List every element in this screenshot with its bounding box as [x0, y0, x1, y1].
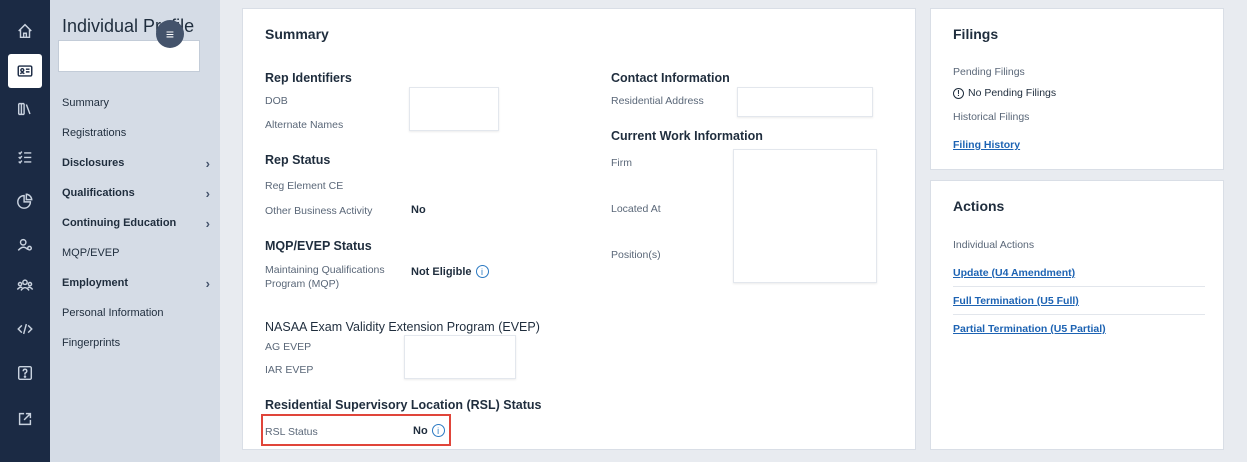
- chevron-right-icon: ›: [205, 275, 210, 291]
- ag-evep-label: AG EVEP: [265, 341, 312, 353]
- other-business-activity-value: No: [411, 204, 426, 216]
- historical-filings-label: Historical Filings: [953, 111, 1030, 123]
- group-icon[interactable]: [8, 268, 42, 302]
- user-settings-icon[interactable]: [8, 228, 42, 262]
- divider: [953, 286, 1205, 287]
- no-pending-text: No Pending Filings: [968, 87, 1057, 99]
- address-value-box: [737, 87, 873, 117]
- nav-item-label: Employment: [62, 277, 129, 289]
- nav-item-label: Summary: [62, 97, 110, 109]
- filings-panel: Filings Pending Filings ! No Pending Fil…: [930, 8, 1224, 170]
- nav-item-label: Continuing Education: [62, 217, 177, 229]
- divider: [953, 314, 1205, 315]
- nav-item-fingerprints[interactable]: Fingerprints: [62, 328, 212, 358]
- rsl-status-label: RSL Status: [265, 426, 318, 438]
- individual-actions-label: Individual Actions: [953, 239, 1035, 251]
- nav-item-registrations[interactable]: Registrations: [62, 118, 212, 148]
- contact-information-heading: Contact Information: [611, 71, 730, 85]
- iar-evep-label: IAR EVEP: [265, 364, 314, 376]
- rsl-value-group: No i: [413, 424, 445, 437]
- mqp-label: Maintaining Qualifications Program (MQP): [265, 264, 385, 290]
- identifiers-value-box: [409, 87, 499, 131]
- nav-list: Summary Registrations Disclosures › Quali…: [62, 88, 212, 358]
- rsl-status-value: No: [413, 424, 428, 437]
- positions-label: Position(s): [611, 249, 661, 261]
- summary-panel: Summary Rep Identifiers DOB Alternate Na…: [242, 8, 916, 450]
- nav-item-label: Fingerprints: [62, 337, 121, 349]
- mqp-value-group: Not Eligible i: [411, 265, 489, 278]
- nav-item-summary[interactable]: Summary: [62, 88, 212, 118]
- other-business-activity-label: Other Business Activity: [265, 205, 373, 217]
- full-termination-u5-link[interactable]: Full Termination (U5 Full): [953, 295, 1079, 307]
- chevron-right-icon: ›: [205, 155, 210, 171]
- chevron-right-icon: ›: [205, 215, 210, 231]
- no-pending-filings: ! No Pending Filings: [953, 87, 1056, 99]
- dob-label: DOB: [265, 95, 288, 107]
- chevron-right-icon: ›: [205, 185, 210, 201]
- nav-item-label: Registrations: [62, 127, 127, 139]
- residential-address-label: Residential Address: [611, 95, 704, 107]
- rep-identifiers-heading: Rep Identifiers: [265, 71, 352, 85]
- nav-item-label: Personal Information: [62, 307, 164, 319]
- partial-termination-u5-link[interactable]: Partial Termination (U5 Partial): [953, 323, 1106, 335]
- code-icon[interactable]: [8, 312, 42, 346]
- pending-filings-label: Pending Filings: [953, 66, 1025, 78]
- hamburger-icon: ≡: [165, 26, 175, 42]
- nav-item-continuing-education[interactable]: Continuing Education ›: [62, 208, 212, 238]
- nav-item-mqp-evep[interactable]: MQP/EVEP: [62, 238, 212, 268]
- summary-title: Summary: [265, 26, 329, 42]
- evep-value-box: [404, 335, 516, 379]
- home-icon[interactable]: [8, 14, 42, 48]
- rep-status-heading: Rep Status: [265, 153, 331, 167]
- nav-item-personal-information[interactable]: Personal Information: [62, 298, 212, 328]
- info-icon[interactable]: i: [475, 265, 489, 278]
- work-value-box: [733, 149, 877, 283]
- filing-history-link[interactable]: Filing History: [953, 139, 1020, 151]
- nav-item-label: MQP/EVEP: [62, 247, 120, 259]
- update-u4-link[interactable]: Update (U4 Amendment): [953, 267, 1075, 279]
- help-icon[interactable]: [8, 356, 42, 390]
- info-icon[interactable]: i: [431, 424, 445, 437]
- current-work-heading: Current Work Information: [611, 129, 763, 143]
- filings-title: Filings: [953, 26, 999, 42]
- located-at-label: Located At: [611, 203, 661, 215]
- nasaa-evep-heading: NASAA Exam Validity Extension Program (E…: [265, 320, 540, 334]
- mqp-value: Not Eligible: [411, 265, 472, 278]
- profile-card-icon[interactable]: [8, 54, 42, 88]
- icon-rail: [0, 0, 50, 462]
- pie-chart-icon[interactable]: [8, 184, 42, 218]
- actions-panel: Actions Individual Actions Update (U4 Am…: [930, 180, 1224, 450]
- checklist-icon[interactable]: [8, 140, 42, 174]
- library-icon[interactable]: [8, 92, 42, 126]
- mqp-evep-heading: MQP/EVEP Status: [265, 239, 372, 253]
- alert-circle-icon: !: [953, 87, 964, 99]
- alternate-names-label: Alternate Names: [265, 119, 344, 131]
- menu-toggle-button[interactable]: ≡: [156, 20, 184, 48]
- reg-element-ce-label: Reg Element CE: [265, 180, 344, 192]
- firm-label: Firm: [611, 157, 632, 169]
- rsl-heading: Residential Supervisory Location (RSL) S…: [265, 398, 542, 412]
- nav-item-employment[interactable]: Employment ›: [62, 268, 212, 298]
- nav-item-qualifications[interactable]: Qualifications ›: [62, 178, 212, 208]
- actions-title: Actions: [953, 198, 1005, 214]
- nav-item-disclosures[interactable]: Disclosures ›: [62, 148, 212, 178]
- nav-item-label: Disclosures: [62, 157, 125, 169]
- nav-item-label: Qualifications: [62, 187, 135, 199]
- external-link-icon[interactable]: [8, 402, 42, 436]
- profile-nav-panel: Individual Profile Summary Registrations…: [50, 0, 220, 462]
